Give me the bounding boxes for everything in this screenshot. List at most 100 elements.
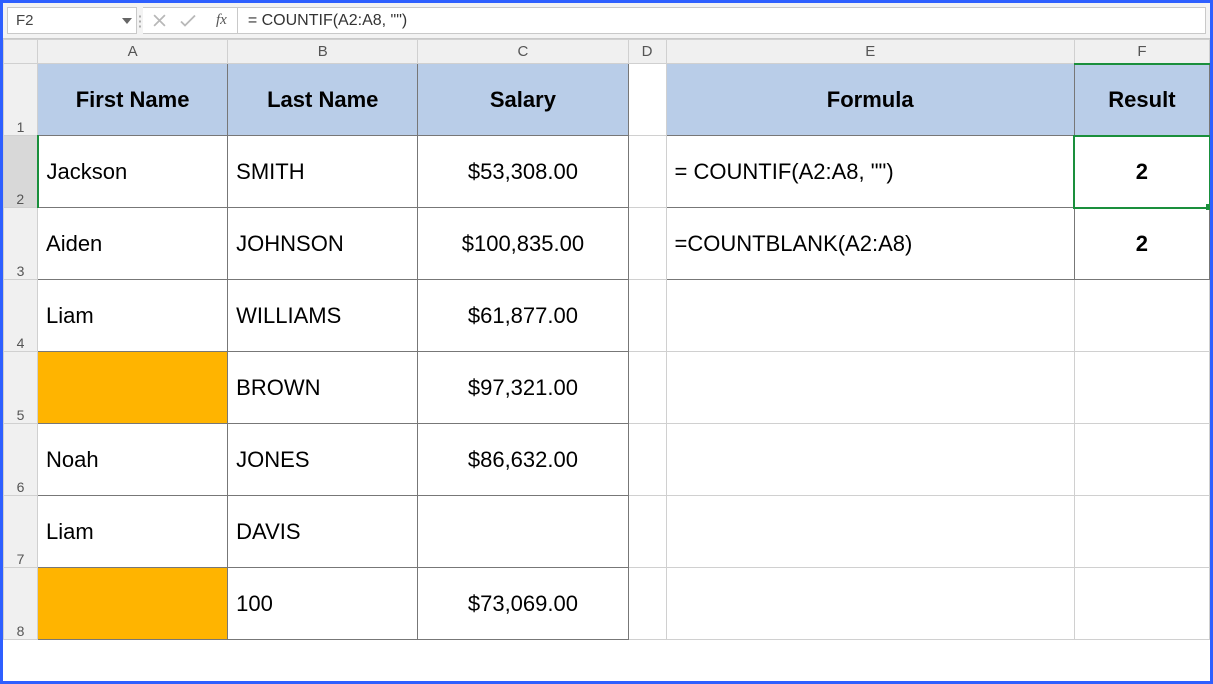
cell-D4[interactable]: [628, 280, 666, 352]
cell-F4[interactable]: [1074, 280, 1209, 352]
cell-B1[interactable]: Last Name: [228, 64, 418, 136]
cell-C3[interactable]: $100,835.00: [418, 208, 628, 280]
cell-E1[interactable]: Formula: [666, 64, 1074, 136]
header-result: Result: [1081, 87, 1203, 113]
formula-input[interactable]: = COUNTIF(A2:A8, ""): [238, 7, 1206, 34]
row-header-4[interactable]: 4: [4, 280, 38, 352]
cell-B5[interactable]: BROWN: [228, 352, 418, 424]
cell-C2-text: $53,308.00: [418, 159, 627, 185]
row-header-6[interactable]: 6: [4, 424, 38, 496]
cell-D5[interactable]: [628, 352, 666, 424]
cell-D8[interactable]: [628, 568, 666, 640]
cell-B2-text: SMITH: [228, 159, 417, 185]
cell-E3[interactable]: =COUNTBLANK(A2:A8): [666, 208, 1074, 280]
row-header-5[interactable]: 5: [4, 352, 38, 424]
cell-F2[interactable]: 2: [1074, 136, 1209, 208]
cell-E7[interactable]: [666, 496, 1074, 568]
grid-table: A B C D E F 1 First Name Last Name Salar…: [3, 39, 1210, 640]
cell-B7[interactable]: DAVIS: [228, 496, 418, 568]
cell-C8[interactable]: $73,069.00: [418, 568, 628, 640]
row-header-7[interactable]: 7: [4, 496, 38, 568]
name-box-dropdown-icon[interactable]: [122, 18, 132, 24]
cell-E8[interactable]: [666, 568, 1074, 640]
cell-E5[interactable]: [666, 352, 1074, 424]
select-all-corner[interactable]: [4, 40, 38, 64]
row-header-1[interactable]: 1: [4, 64, 38, 136]
header-formula: Formula: [673, 87, 1068, 113]
col-header-F[interactable]: F: [1074, 40, 1209, 64]
cell-E2[interactable]: = COUNTIF(A2:A8, ""): [666, 136, 1074, 208]
cell-C3-text: $100,835.00: [418, 231, 627, 257]
cell-A7-text: Liam: [38, 519, 227, 545]
cancel-icon[interactable]: [153, 14, 166, 27]
col-header-E[interactable]: E: [666, 40, 1074, 64]
cell-C6[interactable]: $86,632.00: [418, 424, 628, 496]
col-header-A[interactable]: A: [38, 40, 228, 64]
enter-icon[interactable]: [180, 14, 196, 27]
cell-A4[interactable]: Liam: [38, 280, 228, 352]
cell-B5-text: BROWN: [228, 375, 417, 401]
cell-C2[interactable]: $53,308.00: [418, 136, 628, 208]
cell-B3-text: JOHNSON: [228, 231, 417, 257]
cell-F3[interactable]: 2: [1074, 208, 1209, 280]
col-header-C[interactable]: C: [418, 40, 628, 64]
cell-F6[interactable]: [1074, 424, 1209, 496]
cell-A7[interactable]: Liam: [38, 496, 228, 568]
row-header-2[interactable]: 2: [4, 136, 38, 208]
cell-C5-text: $97,321.00: [418, 375, 627, 401]
column-header-row: A B C D E F: [4, 40, 1210, 64]
cell-B6[interactable]: JONES: [228, 424, 418, 496]
cell-F1[interactable]: Result: [1074, 64, 1209, 136]
cell-F2-text: 2: [1075, 159, 1209, 185]
cell-E2-text: = COUNTIF(A2:A8, ""): [667, 159, 1074, 185]
fx-label[interactable]: fx: [206, 7, 238, 34]
row-header-3[interactable]: 3: [4, 208, 38, 280]
row-6: 6 Noah JONES $86,632.00: [4, 424, 1210, 496]
cell-A6[interactable]: Noah: [38, 424, 228, 496]
cell-D3[interactable]: [628, 208, 666, 280]
row-3: 3 Aiden JOHNSON $100,835.00 =COUNTBLANK(…: [4, 208, 1210, 280]
header-salary: Salary: [424, 87, 621, 113]
row-5: 5 BROWN $97,321.00: [4, 352, 1210, 424]
row-7: 7 Liam DAVIS: [4, 496, 1210, 568]
cell-B3[interactable]: JOHNSON: [228, 208, 418, 280]
cell-C4[interactable]: $61,877.00: [418, 280, 628, 352]
cell-B6-text: JONES: [228, 447, 417, 473]
formula-bar: F2 ⋮ fx = COUNTIF(A2:A8, ""): [3, 3, 1210, 39]
cell-B8[interactable]: 100: [228, 568, 418, 640]
cell-C7[interactable]: [418, 496, 628, 568]
cell-A2[interactable]: Jackson: [38, 136, 228, 208]
cell-B2[interactable]: SMITH: [228, 136, 418, 208]
cell-A1[interactable]: First Name: [38, 64, 228, 136]
cell-F5[interactable]: [1074, 352, 1209, 424]
cell-E4[interactable]: [666, 280, 1074, 352]
cell-E6[interactable]: [666, 424, 1074, 496]
header-first-name: First Name: [44, 87, 221, 113]
row-8: 8 100 $73,069.00: [4, 568, 1210, 640]
cell-F8[interactable]: [1074, 568, 1209, 640]
cell-A8[interactable]: [38, 568, 228, 640]
row-1: 1 First Name Last Name Salary Formula Re…: [4, 64, 1210, 136]
cell-B7-text: DAVIS: [228, 519, 417, 545]
fx-label-text: fx: [216, 12, 227, 29]
cell-C5[interactable]: $97,321.00: [418, 352, 628, 424]
cell-C6-text: $86,632.00: [418, 447, 627, 473]
row-header-8[interactable]: 8: [4, 568, 38, 640]
cell-C8-text: $73,069.00: [418, 591, 627, 617]
cell-D1[interactable]: [628, 64, 666, 136]
name-box[interactable]: F2: [7, 7, 137, 34]
col-header-B[interactable]: B: [228, 40, 418, 64]
cell-D6[interactable]: [628, 424, 666, 496]
row-4: 4 Liam WILLIAMS $61,877.00: [4, 280, 1210, 352]
cell-D7[interactable]: [628, 496, 666, 568]
cell-F3-text: 2: [1075, 231, 1209, 257]
cell-B4[interactable]: WILLIAMS: [228, 280, 418, 352]
col-header-D[interactable]: D: [628, 40, 666, 64]
cell-A3[interactable]: Aiden: [38, 208, 228, 280]
cell-A5[interactable]: [38, 352, 228, 424]
cell-D2[interactable]: [628, 136, 666, 208]
cell-A2-text: Jackson: [39, 159, 228, 185]
cell-F7[interactable]: [1074, 496, 1209, 568]
spreadsheet-grid[interactable]: A B C D E F 1 First Name Last Name Salar…: [3, 39, 1210, 681]
cell-C1[interactable]: Salary: [418, 64, 628, 136]
